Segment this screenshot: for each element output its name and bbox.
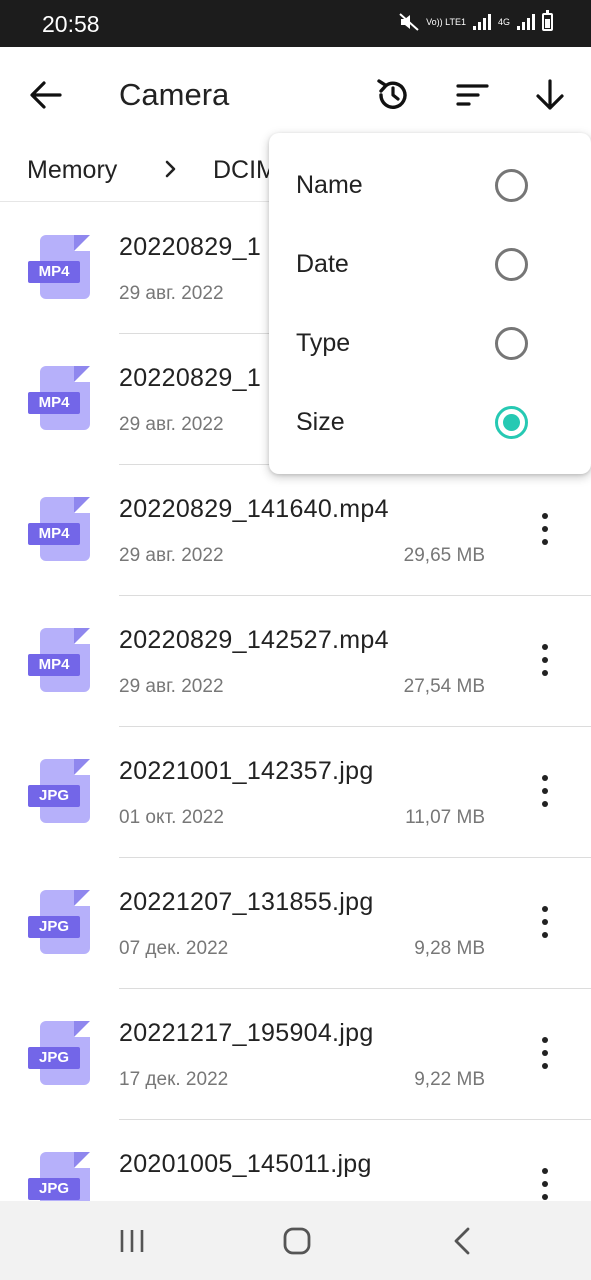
back-arrow-icon[interactable] [26,77,66,113]
more-options-icon[interactable] [530,638,560,682]
sort-menu: Name Date Type Size [269,133,591,474]
file-date: 29 авг. 2022 [119,414,224,435]
file-row[interactable]: JPG 20201005_145011.jpg [0,1120,591,1201]
mp4-file-icon: MP4 [28,235,92,301]
sort-option-label: Type [296,329,351,357]
sort-option-date[interactable]: Date [269,226,591,305]
home-icon[interactable] [277,1221,317,1261]
file-name: 20221217_195904.jpg [119,1019,374,1047]
file-size: 27,54 MB [403,676,485,697]
back-icon[interactable] [444,1221,484,1261]
status-time: 20:58 [42,11,100,37]
refresh-icon[interactable] [373,75,413,115]
file-name: 20220829_1 [119,364,262,392]
page-title: Camera [119,77,230,112]
sort-option-label: Size [296,408,345,436]
jpg-file-icon: JPG [28,759,92,825]
status-bar: 20:58 Vo)) LTE1 4G [0,0,591,47]
sort-option-size[interactable]: Size [269,384,591,463]
jpg-file-icon: JPG [28,1021,92,1087]
radio-button[interactable] [495,248,528,281]
chevron-right-icon [165,160,176,178]
recents-icon[interactable] [112,1221,152,1261]
download-arrow-icon[interactable] [530,75,570,115]
system-nav-bar [0,1201,591,1280]
file-name: 20221001_142357.jpg [119,757,374,785]
volte-indicator: Vo)) LTE1 [426,16,466,27]
more-options-icon[interactable] [530,507,560,551]
sort-option-type[interactable]: Type [269,305,591,384]
file-name: 20221207_131855.jpg [119,888,374,916]
sort-icon[interactable] [452,75,492,115]
radio-button[interactable] [495,169,528,202]
jpg-file-icon: JPG [28,1152,92,1201]
file-name: 20220829_141640.mp4 [119,495,389,523]
file-date: 01 окт. 2022 [119,807,224,828]
file-date: 17 дек. 2022 [119,1069,229,1090]
file-row[interactable]: MP4 20220829_142527.mp4 29 авг. 2022 27,… [0,596,591,727]
radio-button[interactable] [495,327,528,360]
file-size: 9,28 MB [414,938,485,959]
signal-icon-2 [517,14,535,30]
file-size: 9,22 MB [414,1069,485,1090]
battery-icon [542,10,553,31]
breadcrumb-dcim[interactable]: DCIM [213,156,277,185]
mp4-file-icon: MP4 [28,628,92,694]
mute-icon [399,13,419,31]
more-options-icon[interactable] [530,769,560,813]
file-row[interactable]: JPG 20221001_142357.jpg 01 окт. 2022 11,… [0,727,591,858]
file-name: 20220829_1 [119,233,262,261]
file-row[interactable]: JPG 20221207_131855.jpg 07 дек. 2022 9,2… [0,858,591,989]
signal-icon [472,14,491,30]
more-options-icon[interactable] [530,900,560,944]
sort-option-name[interactable]: Name [269,147,591,226]
file-date: 29 авг. 2022 [119,283,224,304]
file-row[interactable]: MP4 20220829_141640.mp4 29 авг. 2022 29,… [0,465,591,596]
file-name: 20220829_142527.mp4 [119,626,389,654]
file-row[interactable]: JPG 20221217_195904.jpg 17 дек. 2022 9,2… [0,989,591,1120]
file-date: 07 дек. 2022 [119,938,229,959]
file-size: 11,07 MB [405,807,485,828]
mp4-file-icon: MP4 [28,497,92,563]
more-options-icon[interactable] [530,1162,560,1201]
app-bar: Camera [0,47,591,142]
radio-button-selected[interactable] [495,406,528,439]
sort-option-label: Name [296,171,363,199]
file-name: 20201005_145011.jpg [119,1150,372,1178]
sort-option-label: Date [296,250,349,278]
breadcrumb-memory[interactable]: Memory [27,156,117,185]
file-size: 29,65 MB [403,545,485,566]
file-date: 29 авг. 2022 [119,545,224,566]
mp4-file-icon: MP4 [28,366,92,432]
network-type-indicator: 4G [497,16,510,27]
more-options-icon[interactable] [530,1031,560,1075]
file-date: 29 авг. 2022 [119,676,224,697]
jpg-file-icon: JPG [28,890,92,956]
status-icons: Vo)) LTE1 4G [399,10,553,31]
